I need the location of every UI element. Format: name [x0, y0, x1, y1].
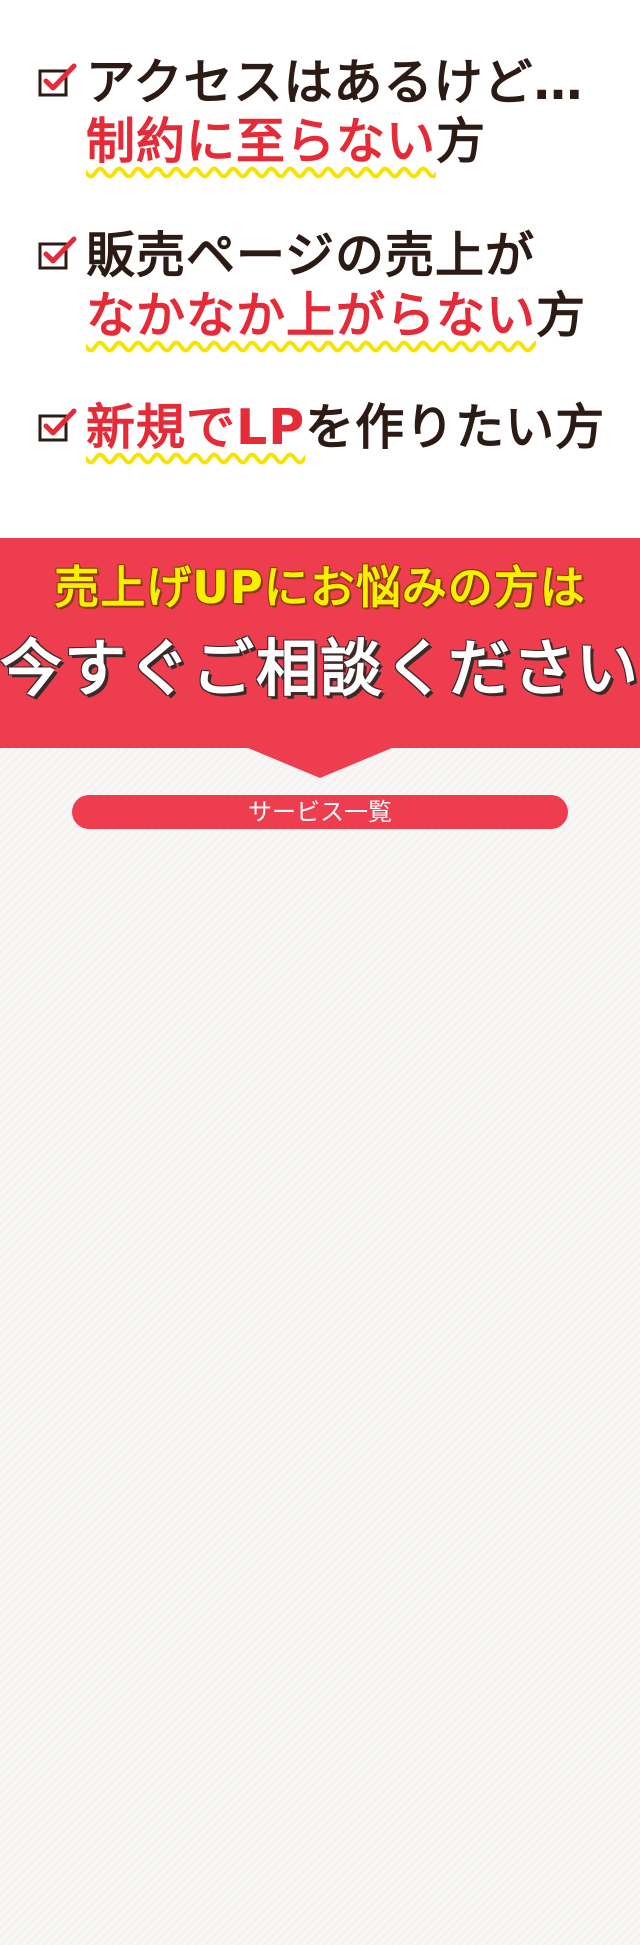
- banner-headline: 売上げUPにお悩みの方は: [54, 561, 586, 614]
- services-list-button[interactable]: サービス一覧: [72, 795, 568, 829]
- banner-down-arrow-icon: [248, 748, 392, 778]
- banner-subheadline: 今すぐご相談ください: [0, 632, 640, 705]
- concerns-checklist: アクセスはあるけど… 制約に至らない方 販売ページの売上が なかなか上がらない方…: [0, 0, 640, 538]
- checklist-item-1-tail: 方: [436, 113, 487, 170]
- checklist-item-3-highlight: 新規でLP: [86, 399, 306, 456]
- checkbox-check-icon: [38, 236, 78, 272]
- checklist-item-2-tail: 方: [536, 287, 587, 344]
- checklist-item-2-line2: なかなか上がらない方: [86, 288, 586, 344]
- checklist-item-3-tail: を作りたい方: [305, 399, 606, 456]
- checklist-item-1-highlight: 制約に至らない: [86, 113, 437, 170]
- checklist-item-1-line1: アクセスはあるけど…: [86, 54, 584, 111]
- services-section: [0, 748, 640, 1945]
- checklist-item-2-line1: 販売ページの売上が: [86, 227, 536, 284]
- checklist-item-3-line1: 新規でLPを作りたい方: [86, 400, 605, 456]
- checkbox-check-icon: [38, 408, 78, 444]
- checklist-item-2-highlight: なかなか上がらない: [86, 287, 537, 344]
- checkbox-check-icon: [38, 63, 78, 99]
- checklist-item-1-line2: 制約に至らない方: [86, 114, 486, 170]
